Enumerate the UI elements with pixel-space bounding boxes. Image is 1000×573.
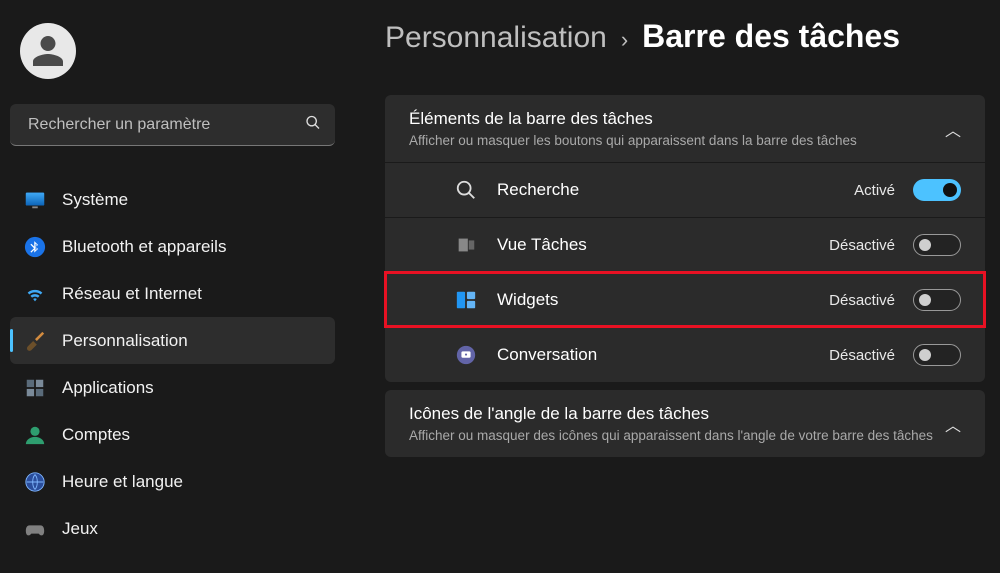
nav-item-comptes[interactable]: Comptes (10, 411, 335, 458)
corner-icons-section: Icônes de l'angle de la barre des tâches… (385, 390, 985, 457)
taskbar-item-vue-taches: Vue Tâches Désactivé (385, 217, 985, 272)
nav-item-reseau[interactable]: Réseau et Internet (10, 270, 335, 317)
nav-item-heure[interactable]: Heure et langue (10, 458, 335, 505)
task-view-icon (455, 234, 477, 256)
taskbar-item-recherche: Recherche Activé (385, 162, 985, 217)
toggle-status: Désactivé (829, 237, 895, 254)
nav-label: Comptes (62, 425, 130, 445)
row-label: Conversation (497, 345, 829, 365)
wifi-icon (24, 283, 46, 305)
widgets-icon (455, 289, 477, 311)
taskbar-item-conversation: Conversation Désactivé (385, 327, 985, 382)
chevron-up-icon: ︿ (945, 117, 961, 141)
user-icon (30, 33, 66, 69)
section-subtitle: Afficher ou masquer les boutons qui appa… (409, 133, 857, 148)
toggle-status: Désactivé (829, 292, 895, 309)
nav-list: Système Bluetooth et appareils Réseau et… (10, 176, 335, 552)
display-icon (24, 189, 46, 211)
breadcrumb-parent[interactable]: Personnalisation (385, 21, 607, 55)
toggle-status: Activé (854, 182, 895, 199)
row-label: Recherche (497, 180, 854, 200)
section-title: Icônes de l'angle de la barre des tâches (409, 404, 933, 424)
clock-globe-icon (24, 471, 46, 493)
toggle-switch[interactable] (913, 344, 961, 366)
gamepad-icon (24, 518, 46, 540)
user-header (10, 15, 335, 104)
page-title: Barre des tâches (642, 18, 900, 55)
toggle-switch[interactable] (913, 179, 961, 201)
row-label: Widgets (497, 290, 829, 310)
chevron-right-icon: › (621, 27, 628, 53)
row-label: Vue Tâches (497, 235, 829, 255)
chat-icon (455, 344, 477, 366)
nav-label: Jeux (62, 519, 98, 539)
breadcrumb: Personnalisation › Barre des tâches (385, 18, 985, 55)
bluetooth-icon (24, 236, 46, 258)
search-icon (305, 115, 321, 136)
search-icon (455, 179, 477, 201)
search-input[interactable] (10, 104, 335, 146)
toggle-switch[interactable] (913, 234, 961, 256)
section-subtitle: Afficher ou masquer des icônes qui appar… (409, 428, 933, 443)
toggle-switch[interactable] (913, 289, 961, 311)
apps-icon (24, 377, 46, 399)
section-title: Éléments de la barre des tâches (409, 109, 857, 129)
taskbar-item-widgets: Widgets Désactivé (385, 272, 985, 327)
section-header[interactable]: Éléments de la barre des tâches Afficher… (385, 95, 985, 162)
nav-item-applications[interactable]: Applications (10, 364, 335, 411)
nav-label: Personnalisation (62, 331, 188, 351)
nav-label: Réseau et Internet (62, 284, 202, 304)
taskbar-items-section: Éléments de la barre des tâches Afficher… (385, 95, 985, 382)
nav-label: Applications (62, 378, 154, 398)
sidebar: Système Bluetooth et appareils Réseau et… (0, 0, 345, 573)
nav-item-personnalisation[interactable]: Personnalisation (10, 317, 335, 364)
toggle-status: Désactivé (829, 347, 895, 364)
avatar[interactable] (20, 23, 76, 79)
chevron-up-icon: ︿ (945, 412, 961, 436)
paintbrush-icon (24, 330, 46, 352)
nav-item-jeux[interactable]: Jeux (10, 505, 335, 552)
main-content: Personnalisation › Barre des tâches Élém… (345, 0, 1000, 573)
account-icon (24, 424, 46, 446)
nav-label: Système (62, 190, 128, 210)
nav-item-systeme[interactable]: Système (10, 176, 335, 223)
nav-label: Bluetooth et appareils (62, 237, 226, 257)
section-header[interactable]: Icônes de l'angle de la barre des tâches… (385, 390, 985, 457)
search-box (10, 104, 335, 146)
nav-label: Heure et langue (62, 472, 183, 492)
nav-item-bluetooth[interactable]: Bluetooth et appareils (10, 223, 335, 270)
